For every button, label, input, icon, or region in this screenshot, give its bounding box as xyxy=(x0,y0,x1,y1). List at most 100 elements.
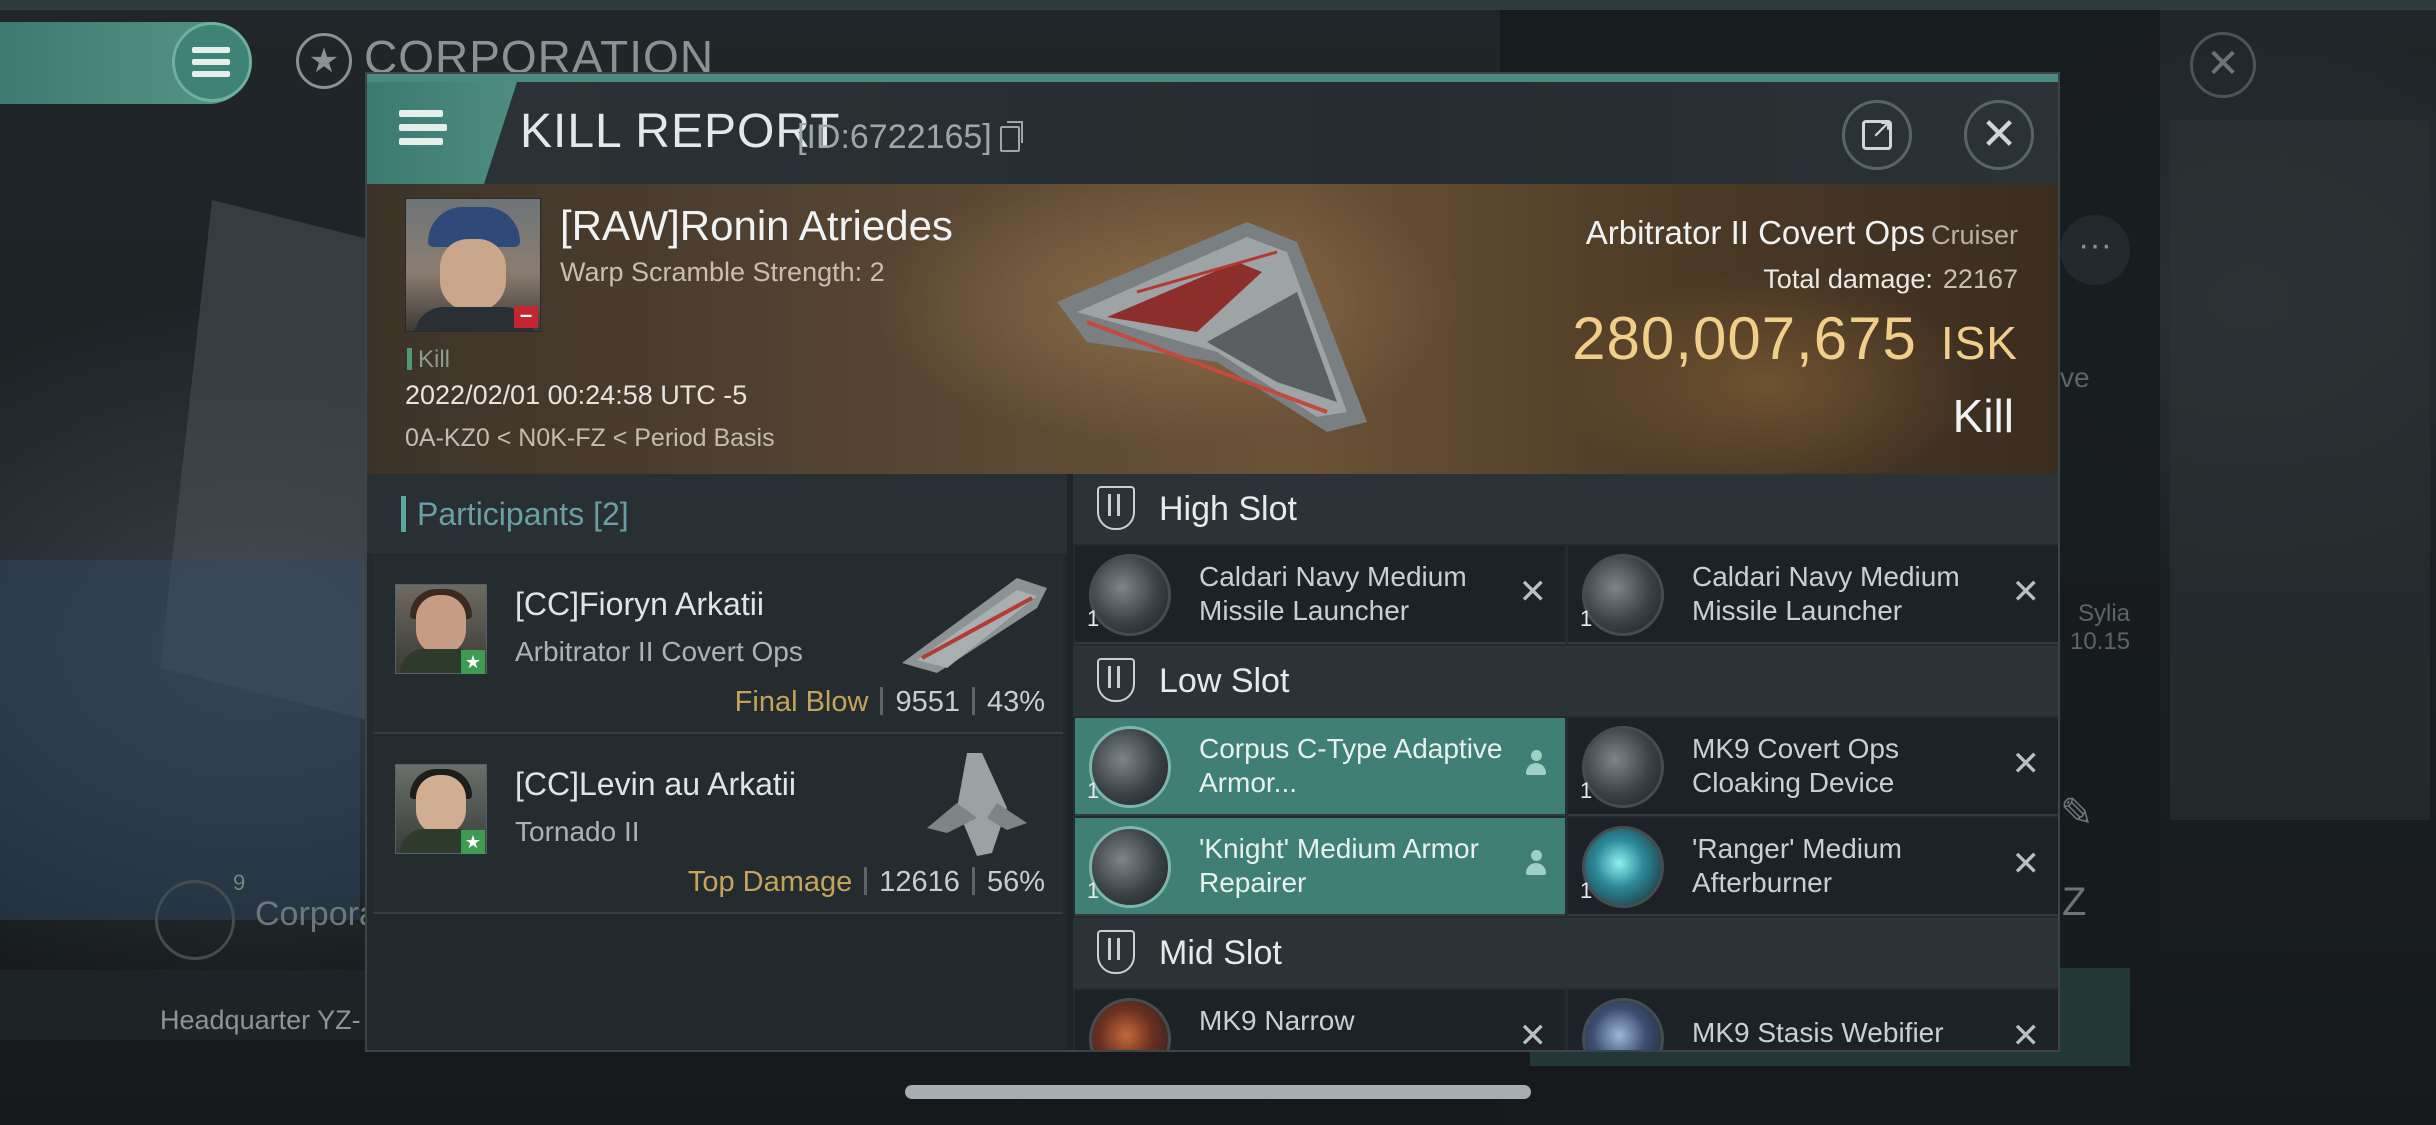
background-menu-icon[interactable] xyxy=(172,22,252,102)
home-indicator[interactable] xyxy=(905,1085,1531,1099)
modal-header: KILL REPORT [ID:6722165] ✕ xyxy=(367,82,2058,184)
module-quantity: 1 xyxy=(1087,606,1100,631)
victim-banner: – [RAW]Ronin Atriedes Warp Scramble Stre… xyxy=(367,184,2058,474)
hamburger-icon xyxy=(192,47,232,77)
sensor-module-icon xyxy=(1089,998,1171,1050)
destroyed-x-icon: ✕ xyxy=(2011,845,2041,883)
destroyed-x-icon: ✕ xyxy=(2011,573,2041,611)
result-label: Kill xyxy=(1952,390,2014,442)
slot-shield-icon xyxy=(1097,658,1135,702)
module-name: Caldari Navy Medium Missile Launcher xyxy=(1692,561,1960,626)
participant-name: [CC]Fioryn Arkatii xyxy=(515,586,764,622)
kill-datetime: 2022/02/01 00:24:58 UTC -5 xyxy=(405,380,748,410)
kill-id: [ID:6722165] xyxy=(797,118,992,156)
stasis-webifier-icon xyxy=(1582,998,1664,1050)
close-button[interactable]: ✕ xyxy=(1964,100,2034,170)
mid-slot-title: Mid Slot xyxy=(1159,934,1282,972)
module-name: MK9 Narrow xyxy=(1199,1005,1355,1036)
module-item[interactable]: 1 MK9 Narrow ✕ xyxy=(1075,990,1565,1052)
module-quantity: 1 xyxy=(1087,778,1100,803)
cloaking-device-icon xyxy=(1582,726,1664,808)
slot-shield-icon xyxy=(1097,930,1135,974)
kill-location[interactable]: 0A-KZ0 < N0K-FZ < Period Basis xyxy=(405,424,775,453)
participants-title: Participants [2] xyxy=(417,496,629,533)
hamburger-icon xyxy=(399,110,447,152)
module-name: MK9 Stasis Webifier xyxy=(1692,1017,1944,1048)
corporation-list-icon[interactable] xyxy=(155,880,235,960)
armor-repairer-icon xyxy=(1089,826,1171,908)
module-quantity: 1 xyxy=(1580,778,1593,803)
low-slot-header: Low Slot xyxy=(1073,646,2058,716)
corporation-label: Corpora xyxy=(255,895,378,933)
participant-row[interactable]: ★ [CC]Fioryn Arkatii Arbitrator II Cover… xyxy=(373,556,1063,734)
share-button[interactable] xyxy=(1842,100,1912,170)
participant-ship: Arbitrator II Covert Ops xyxy=(515,636,803,667)
module-item[interactable]: 1 'Knight' Medium Armor Repairer xyxy=(1075,818,1565,916)
participant-name: [CC]Levin au Arkatii xyxy=(515,766,797,802)
armor-hardener-icon xyxy=(1089,726,1171,808)
kill-tag: Kill xyxy=(407,346,450,374)
station-panel xyxy=(0,560,360,920)
kill-report-modal: KILL REPORT [ID:6722165] ✕ – [RAW]Ronin … xyxy=(365,72,2060,1052)
share-icon xyxy=(1862,113,1893,150)
module-item[interactable]: 1 'Ranger' Medium Afterburner ✕ xyxy=(1568,818,2058,916)
standing-badge-icon: – xyxy=(514,304,538,328)
module-item[interactable]: 1 Caldari Navy Medium Missile Launcher ✕ xyxy=(1075,546,1565,644)
participants-title-text: Participants xyxy=(417,496,585,532)
destroyed-x-icon: ✕ xyxy=(1518,1017,1548,1052)
victim-ship-image[interactable] xyxy=(1047,212,1377,442)
warp-scramble-strength: Warp Scramble Strength: 2 xyxy=(560,257,885,287)
module-item[interactable]: 1 MK9 Stasis Webifier ✕ xyxy=(1568,990,2058,1052)
module-name: 'Knight' Medium Armor Repairer xyxy=(1199,833,1479,898)
victim-name[interactable]: [RAW]Ronin Atriedes xyxy=(560,202,953,250)
fitting-panel: High Slot 1 Caldari Navy Medium Missile … xyxy=(1073,474,2058,1052)
modal-accent-line xyxy=(367,74,2058,82)
victim-ship[interactable]: Arbitrator II Covert Ops Cruiser xyxy=(1586,214,2018,252)
module-name: Corpus C-Type Adaptive Armor... xyxy=(1199,733,1503,798)
module-quantity: 1 xyxy=(1087,878,1100,903)
module-item[interactable]: 1 Corpus C-Type Adaptive Armor... xyxy=(1075,718,1565,816)
menu-button[interactable] xyxy=(367,82,517,184)
isk-unit: ISK xyxy=(1940,317,2018,369)
victim-ship-name: Arbitrator II Covert Ops xyxy=(1585,214,1925,251)
participants-panel: Participants [2] ★ [CC]Fioryn Arkatii Ar… xyxy=(367,474,1067,1050)
faint-text: Sylia xyxy=(2078,600,2131,627)
copy-icon[interactable] xyxy=(1000,121,1023,152)
headquarter-label: Headquarter YZ- xyxy=(160,1005,361,1035)
close-icon: ✕ xyxy=(1980,110,2018,159)
participant-ship: Tornado II xyxy=(515,816,640,847)
sort-icon[interactable]: Z xyxy=(2062,880,2086,925)
module-name: MK9 Covert Ops Cloaking Device xyxy=(1692,733,1899,798)
module-quantity: 1 xyxy=(1087,1050,1099,1052)
participant-damage: 12616 xyxy=(879,866,960,898)
edit-icon[interactable]: ✎ xyxy=(2060,790,2094,836)
module-quantity: 1 xyxy=(1580,1050,1592,1052)
participant-stats: Top Damage 12616 56% xyxy=(688,866,1045,899)
module-item[interactable]: 1 Caldari Navy Medium Missile Launcher ✕ xyxy=(1568,546,2058,644)
participant-ship-image xyxy=(902,578,1047,673)
module-name: Caldari Navy Medium Missile Launcher xyxy=(1199,561,1467,626)
dropped-person-icon xyxy=(1525,750,1547,776)
more-options-icon[interactable]: ··· xyxy=(2060,215,2130,285)
top-damage-label: Top Damage xyxy=(687,866,853,898)
victim-ship-class: Cruiser xyxy=(1930,220,2018,250)
final-blow-label: Final Blow xyxy=(734,686,869,718)
background-close-icon[interactable]: ✕ xyxy=(2190,32,2256,98)
corporation-badge: 9 xyxy=(233,870,246,895)
corp-member-star-icon: ★ xyxy=(461,650,485,674)
afterburner-icon xyxy=(1582,826,1664,908)
corp-member-star-icon: ★ xyxy=(461,830,485,854)
slot-shield-icon xyxy=(1097,486,1135,530)
missile-launcher-icon xyxy=(1582,554,1664,636)
missile-launcher-icon xyxy=(1089,554,1171,636)
destroyed-x-icon: ✕ xyxy=(1518,573,1548,611)
participants-count: [2] xyxy=(593,496,629,532)
participant-percent: 43% xyxy=(986,686,1045,718)
participant-row[interactable]: ★ [CC]Levin au Arkatii Tornado II Top Da… xyxy=(373,736,1063,914)
dropped-person-icon xyxy=(1525,850,1547,876)
participant-damage: 9551 xyxy=(895,686,960,718)
participants-header: Participants [2] xyxy=(367,474,1067,554)
module-item[interactable]: 1 MK9 Covert Ops Cloaking Device ✕ xyxy=(1568,718,2058,816)
top-bar xyxy=(0,0,2436,10)
low-slot-title: Low Slot xyxy=(1159,662,1290,700)
